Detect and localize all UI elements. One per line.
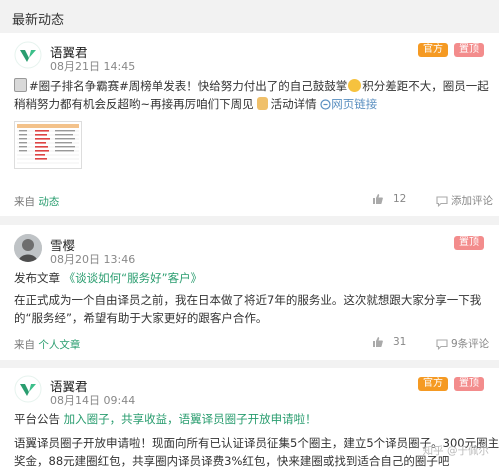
post-source: 来自 动态 xyxy=(14,196,60,208)
feed-card: 雪樱 08月20日 13:46 置顶 发布文章 《谈谈如何“服务好”客户》 在正… xyxy=(0,225,499,360)
thumbs-up-icon xyxy=(373,194,383,204)
brand-logo-avatar[interactable] xyxy=(14,375,42,403)
user-avatar[interactable] xyxy=(14,234,42,262)
official-badge: 官方 xyxy=(418,43,448,57)
post-title-line: 平台公告 加入圈子，共享收益，语翼译员圈子开放申请啦！ xyxy=(14,412,317,426)
post-date: 08月14日 09:44 xyxy=(50,394,136,407)
user-avatar-image xyxy=(14,234,42,262)
clap-emoji-icon xyxy=(348,79,362,92)
like-button[interactable]: 12 xyxy=(372,193,406,205)
add-comment-button[interactable]: 添加评论 xyxy=(436,193,493,208)
post-body-line-2: 奖金，88元建圈红包，共享圈内译员译费3%红包，快来建圈或找到适合自己的圈子吧 xyxy=(14,454,450,468)
source-link[interactable]: 动态 xyxy=(38,196,59,208)
page-title: 最新动态 xyxy=(12,13,65,28)
post-body-line-1: 语翼译员圈子开放申请啦！现面向所有已认证译员征集5个圈主，建立5个译员圈子。30… xyxy=(14,436,499,450)
ranking-table-thumbnail[interactable] xyxy=(14,121,82,169)
post-title-line: 发布文章 《谈谈如何“服务好”客户》 xyxy=(14,271,203,285)
like-button[interactable]: 31 xyxy=(372,336,406,348)
post-body-line-2: 的“服务经”，希望有助于大家更好的跟客户合作。 xyxy=(14,311,268,325)
thumbs-up-icon xyxy=(373,337,383,347)
brand-logo-icon xyxy=(14,375,42,403)
brand-logo-avatar[interactable] xyxy=(14,41,42,69)
article-link[interactable]: 《谈谈如何“服务好”客户》 xyxy=(64,271,202,285)
post-date: 08月20日 13:46 xyxy=(50,253,136,266)
brand-logo-icon xyxy=(14,41,42,69)
pinned-badge: 置顶 xyxy=(454,377,484,391)
feed-card: 语翼君 08月14日 09:44 官方 置顶 平台公告 加入圈子，共享收益，语翼… xyxy=(0,368,499,472)
comment-icon xyxy=(436,338,448,350)
pinned-badge: 置顶 xyxy=(454,236,484,250)
post-body-line-2: 稍稍努力都有机会反超哟~再接再厉咱们下周见 活动详情 网页链接 xyxy=(14,97,378,111)
watermark: 知乎 @于佩尔 xyxy=(422,445,489,457)
comments-button[interactable]: 9条评论 xyxy=(436,336,489,351)
web-link[interactable]: 网页链接 xyxy=(320,97,377,111)
source-link[interactable]: 个人文章 xyxy=(38,339,80,351)
page-header: 最新动态 xyxy=(0,0,499,32)
feed-card: 语翼君 08月21日 14:45 官方 置顶 #圈子排名争霸赛#周榜单发表！快给… xyxy=(0,33,499,216)
link-icon xyxy=(320,99,331,110)
official-badge: 官方 xyxy=(418,377,448,391)
comment-icon xyxy=(436,195,448,207)
post-body-line-1: #圈子排名争霸赛#周榜单发表！快给努力付出了的自己鼓鼓掌 积分差距不大，圈员一起 xyxy=(14,77,489,95)
ranking-table-image xyxy=(17,124,79,164)
post-date: 08月21日 14:45 xyxy=(50,60,136,73)
pinned-badge: 置顶 xyxy=(454,43,484,57)
like-count: 31 xyxy=(393,336,407,348)
like-count: 12 xyxy=(393,193,407,205)
thumbs-up-emoji-icon xyxy=(256,97,268,110)
post-source: 来自 个人文章 xyxy=(14,339,81,351)
post-body-line-1: 在正式成为一个自由译员之前，我在日本做了将近7年的服务业。这次就想跟大家分享一下… xyxy=(14,293,482,307)
announcement-link[interactable]: 加入圈子，共享收益，语翼译员圈子开放申请啦！ xyxy=(64,412,317,426)
trophy-icon xyxy=(14,78,27,92)
comment-count: 9条评论 xyxy=(451,338,490,350)
